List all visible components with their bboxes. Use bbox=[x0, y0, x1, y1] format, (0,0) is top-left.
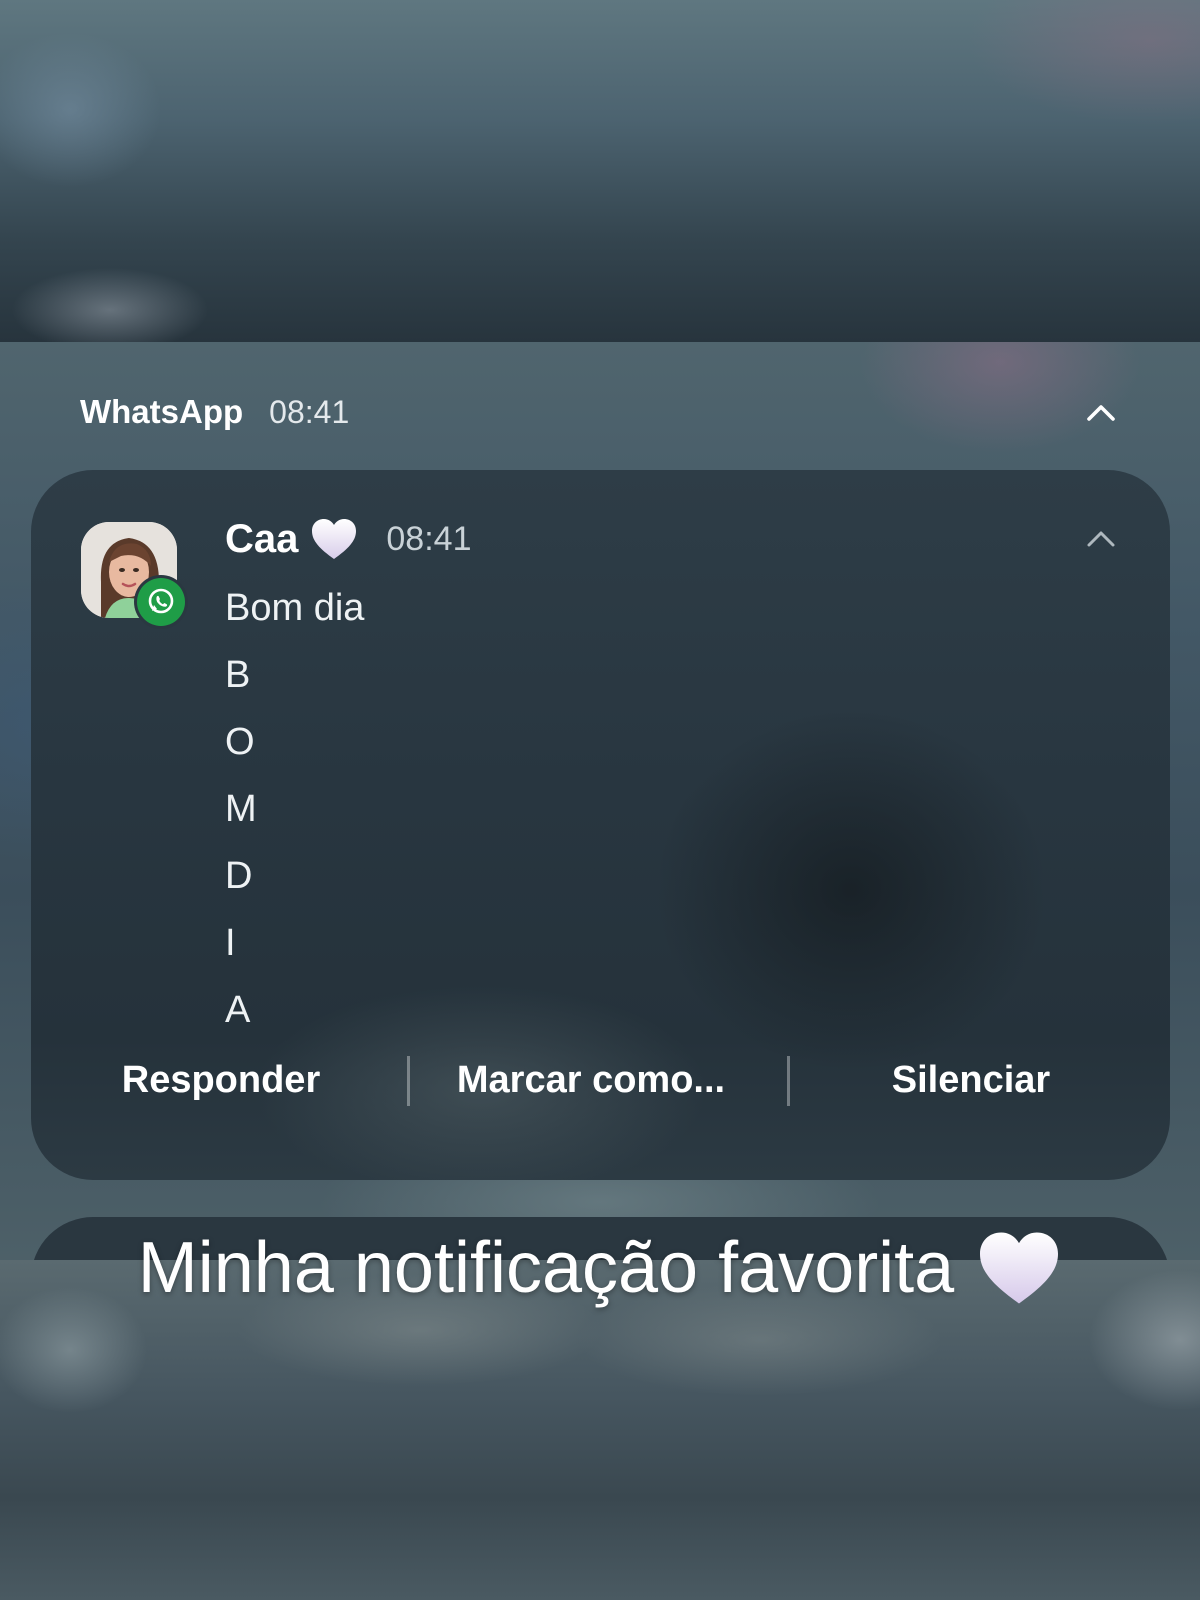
sender-name: Caa bbox=[225, 516, 299, 561]
message-time: 08:41 bbox=[386, 519, 472, 558]
notification-card[interactable]: Caa 08:41 Bom dia B O M D I A Responder … bbox=[31, 470, 1170, 1180]
message-line: M bbox=[225, 788, 257, 830]
action-divider bbox=[407, 1056, 410, 1106]
notification-group-header[interactable]: WhatsApp 08:41 bbox=[80, 392, 349, 432]
message-line: I bbox=[225, 922, 236, 964]
notification-title-row: Caa 08:41 bbox=[225, 514, 471, 564]
message-line: D bbox=[225, 855, 253, 897]
caption-text: Minha notificação favorita bbox=[137, 1228, 955, 1308]
collapse-notification-chevron-up-icon[interactable] bbox=[1086, 528, 1116, 548]
mute-button[interactable]: Silenciar bbox=[851, 1040, 1091, 1120]
message-line: A bbox=[225, 989, 251, 1031]
group-time: 08:41 bbox=[269, 393, 350, 430]
notification-panel: WhatsApp 08:41 Caa 08:41 Bom dia B O M D… bbox=[0, 342, 1200, 1260]
collapse-group-chevron-up-icon[interactable] bbox=[1086, 402, 1116, 422]
message-line: B bbox=[225, 654, 251, 696]
message-body: Bom dia B O M D I A bbox=[225, 575, 364, 1044]
reply-button[interactable]: Responder bbox=[81, 1040, 361, 1120]
whatsapp-icon bbox=[137, 578, 185, 626]
action-divider bbox=[787, 1056, 790, 1106]
white-heart-emoji-icon bbox=[310, 517, 358, 561]
white-heart-emoji-icon bbox=[976, 1229, 1062, 1307]
message-line: Bom dia bbox=[225, 587, 365, 629]
blurred-background-top bbox=[0, 0, 1200, 342]
notification-actions: Responder Marcar como... Silenciar bbox=[31, 1040, 1170, 1120]
caption-overlay: Minha notificação favorita bbox=[0, 1218, 1200, 1318]
mark-as-button[interactable]: Marcar como... bbox=[426, 1040, 756, 1120]
message-line: O bbox=[225, 721, 255, 763]
app-name: WhatsApp bbox=[80, 393, 244, 430]
